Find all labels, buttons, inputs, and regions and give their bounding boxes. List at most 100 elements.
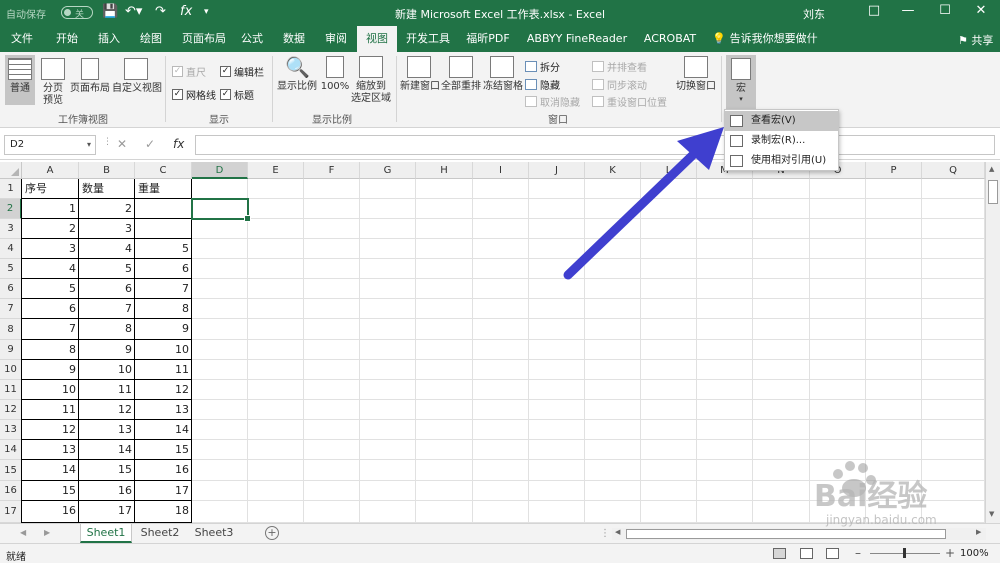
table-cell[interactable]: 6 bbox=[22, 299, 79, 319]
column-header[interactable]: D bbox=[192, 162, 248, 179]
page-layout-view-button[interactable]: 页面布局 bbox=[70, 58, 110, 108]
table-header-cell[interactable]: 重量 bbox=[135, 179, 192, 199]
tab-draw[interactable]: 绘图 bbox=[132, 26, 170, 52]
arrange-all-button[interactable]: 全部重排 bbox=[441, 56, 481, 106]
horizontal-scroll-thumb[interactable] bbox=[626, 529, 946, 539]
tab-foxit-pdf[interactable]: 福昕PDF bbox=[462, 26, 514, 52]
formula-input[interactable] bbox=[195, 135, 995, 155]
table-cell[interactable]: 6 bbox=[79, 279, 135, 299]
tab-home[interactable]: 开始 bbox=[48, 26, 86, 52]
tab-page-layout[interactable]: 页面布局 bbox=[176, 26, 232, 52]
table-cell[interactable]: 5 bbox=[79, 259, 135, 279]
row-header[interactable]: 9 bbox=[0, 340, 22, 360]
table-cell[interactable]: 14 bbox=[22, 460, 79, 480]
tab-formulas[interactable]: 公式 bbox=[233, 26, 271, 52]
column-header[interactable]: K bbox=[585, 162, 641, 179]
table-cell[interactable]: 17 bbox=[135, 481, 192, 501]
zoom-out-icon[interactable]: – bbox=[855, 546, 861, 560]
sheet-tab-sheet1[interactable]: Sheet1 bbox=[80, 524, 132, 543]
reset-position-button[interactable]: 重设窗口位置 bbox=[592, 94, 667, 109]
table-header-cell[interactable]: 序号 bbox=[22, 179, 79, 199]
table-cell[interactable]: 13 bbox=[79, 420, 135, 440]
maximize-button[interactable]: ☐ bbox=[935, 3, 955, 18]
row-header[interactable]: 12 bbox=[0, 400, 22, 420]
table-cell[interactable]: 2 bbox=[22, 219, 79, 239]
row-header[interactable]: 7 bbox=[0, 299, 22, 319]
split-button[interactable]: 拆分 bbox=[525, 59, 560, 74]
table-cell[interactable]: 2 bbox=[79, 199, 135, 219]
row-header[interactable]: 14 bbox=[0, 440, 22, 460]
sheet-tab-sheet3[interactable]: Sheet3 bbox=[188, 524, 240, 543]
tab-acrobat[interactable]: ACROBAT bbox=[641, 26, 699, 52]
zoom-slider[interactable] bbox=[870, 548, 940, 558]
table-cell[interactable]: 7 bbox=[79, 299, 135, 319]
insert-function-icon[interactable]: fx bbox=[173, 137, 184, 151]
table-cell[interactable] bbox=[135, 219, 192, 239]
tab-split-grip-icon[interactable]: ⋮ bbox=[600, 528, 610, 539]
switch-windows-button[interactable]: 切换窗口 bbox=[676, 56, 716, 106]
table-cell[interactable]: 9 bbox=[135, 319, 192, 339]
normal-view-button[interactable]: 普通 bbox=[5, 55, 35, 105]
zoom-selection-button[interactable]: 缩放到 选定区域 bbox=[351, 56, 391, 110]
tab-view[interactable]: 视图 bbox=[357, 26, 397, 52]
table-cell[interactable]: 10 bbox=[79, 360, 135, 380]
row-header[interactable]: 8 bbox=[0, 319, 22, 340]
table-cell[interactable]: 12 bbox=[22, 420, 79, 440]
table-cell[interactable]: 11 bbox=[135, 360, 192, 380]
table-header-cell[interactable]: 数量 bbox=[79, 179, 135, 199]
table-cell[interactable]: 9 bbox=[22, 360, 79, 380]
table-cell[interactable]: 9 bbox=[79, 340, 135, 360]
scroll-down-icon[interactable]: ▼ bbox=[989, 510, 994, 518]
custom-views-button[interactable]: 自定义视图 bbox=[112, 58, 162, 108]
view-macros-item[interactable]: 查看宏(V) bbox=[725, 111, 838, 131]
table-cell[interactable]: 11 bbox=[79, 380, 135, 400]
column-header[interactable]: Q bbox=[922, 162, 985, 179]
column-header[interactable]: A bbox=[22, 162, 79, 179]
table-cell[interactable]: 13 bbox=[135, 400, 192, 420]
table-cell[interactable]: 5 bbox=[22, 279, 79, 299]
page-break-preview-button[interactable]: 分页 预览 bbox=[38, 58, 68, 110]
unhide-button[interactable]: 取消隐藏 bbox=[525, 94, 580, 109]
row-header[interactable]: 15 bbox=[0, 460, 22, 481]
column-header[interactable]: J bbox=[529, 162, 585, 179]
row-header[interactable]: 2 bbox=[0, 199, 22, 219]
share-button[interactable]: ⚑ 共享 bbox=[958, 32, 993, 48]
table-cell[interactable] bbox=[135, 199, 192, 219]
table-cell[interactable]: 15 bbox=[22, 481, 79, 501]
table-cell[interactable]: 10 bbox=[22, 380, 79, 400]
close-button[interactable]: ✕ bbox=[971, 3, 991, 18]
zoom-in-icon[interactable]: + bbox=[945, 546, 955, 560]
column-header[interactable]: E bbox=[248, 162, 304, 179]
row-header[interactable]: 1 bbox=[0, 179, 22, 199]
tab-abbyy[interactable]: ABBYY FineReader 12 bbox=[522, 26, 632, 71]
table-cell[interactable]: 14 bbox=[135, 420, 192, 440]
ruler-checkbox[interactable]: ✓ 直尺 bbox=[172, 64, 206, 79]
tab-data[interactable]: 数据 bbox=[275, 26, 313, 52]
sheet-tab-sheet2[interactable]: Sheet2 bbox=[134, 524, 186, 543]
page-layout-status-icon[interactable] bbox=[800, 548, 813, 559]
cancel-entry-icon[interactable]: ✕ bbox=[117, 137, 127, 151]
table-cell[interactable]: 8 bbox=[79, 319, 135, 339]
active-cell-selection[interactable] bbox=[191, 198, 251, 222]
row-header[interactable]: 17 bbox=[0, 501, 22, 523]
zoom-100-button[interactable]: 100% bbox=[319, 56, 351, 106]
row-header[interactable]: 6 bbox=[0, 279, 22, 299]
column-header[interactable]: I bbox=[473, 162, 529, 179]
row-header[interactable]: 5 bbox=[0, 259, 22, 279]
page-break-status-icon[interactable] bbox=[826, 548, 839, 559]
gridlines-checkbox[interactable]: ✓ 网格线 bbox=[172, 87, 216, 102]
table-cell[interactable]: 16 bbox=[22, 501, 79, 521]
tab-insert[interactable]: 插入 bbox=[90, 26, 128, 52]
relative-reference-item[interactable]: 使用相对引用(U) bbox=[725, 151, 838, 171]
tab-developer[interactable]: 开发工具 bbox=[401, 26, 455, 52]
minimize-button[interactable]: — bbox=[898, 3, 918, 18]
table-cell[interactable]: 1 bbox=[22, 199, 79, 219]
table-cell[interactable]: 14 bbox=[79, 440, 135, 460]
table-cell[interactable]: 13 bbox=[22, 440, 79, 460]
row-header[interactable]: 4 bbox=[0, 239, 22, 259]
table-cell[interactable]: 16 bbox=[79, 481, 135, 501]
vertical-scroll-thumb[interactable] bbox=[988, 180, 998, 204]
headings-checkbox[interactable]: ✓ 标题 bbox=[220, 87, 254, 102]
row-header[interactable]: 16 bbox=[0, 481, 22, 501]
row-header[interactable]: 10 bbox=[0, 360, 22, 380]
